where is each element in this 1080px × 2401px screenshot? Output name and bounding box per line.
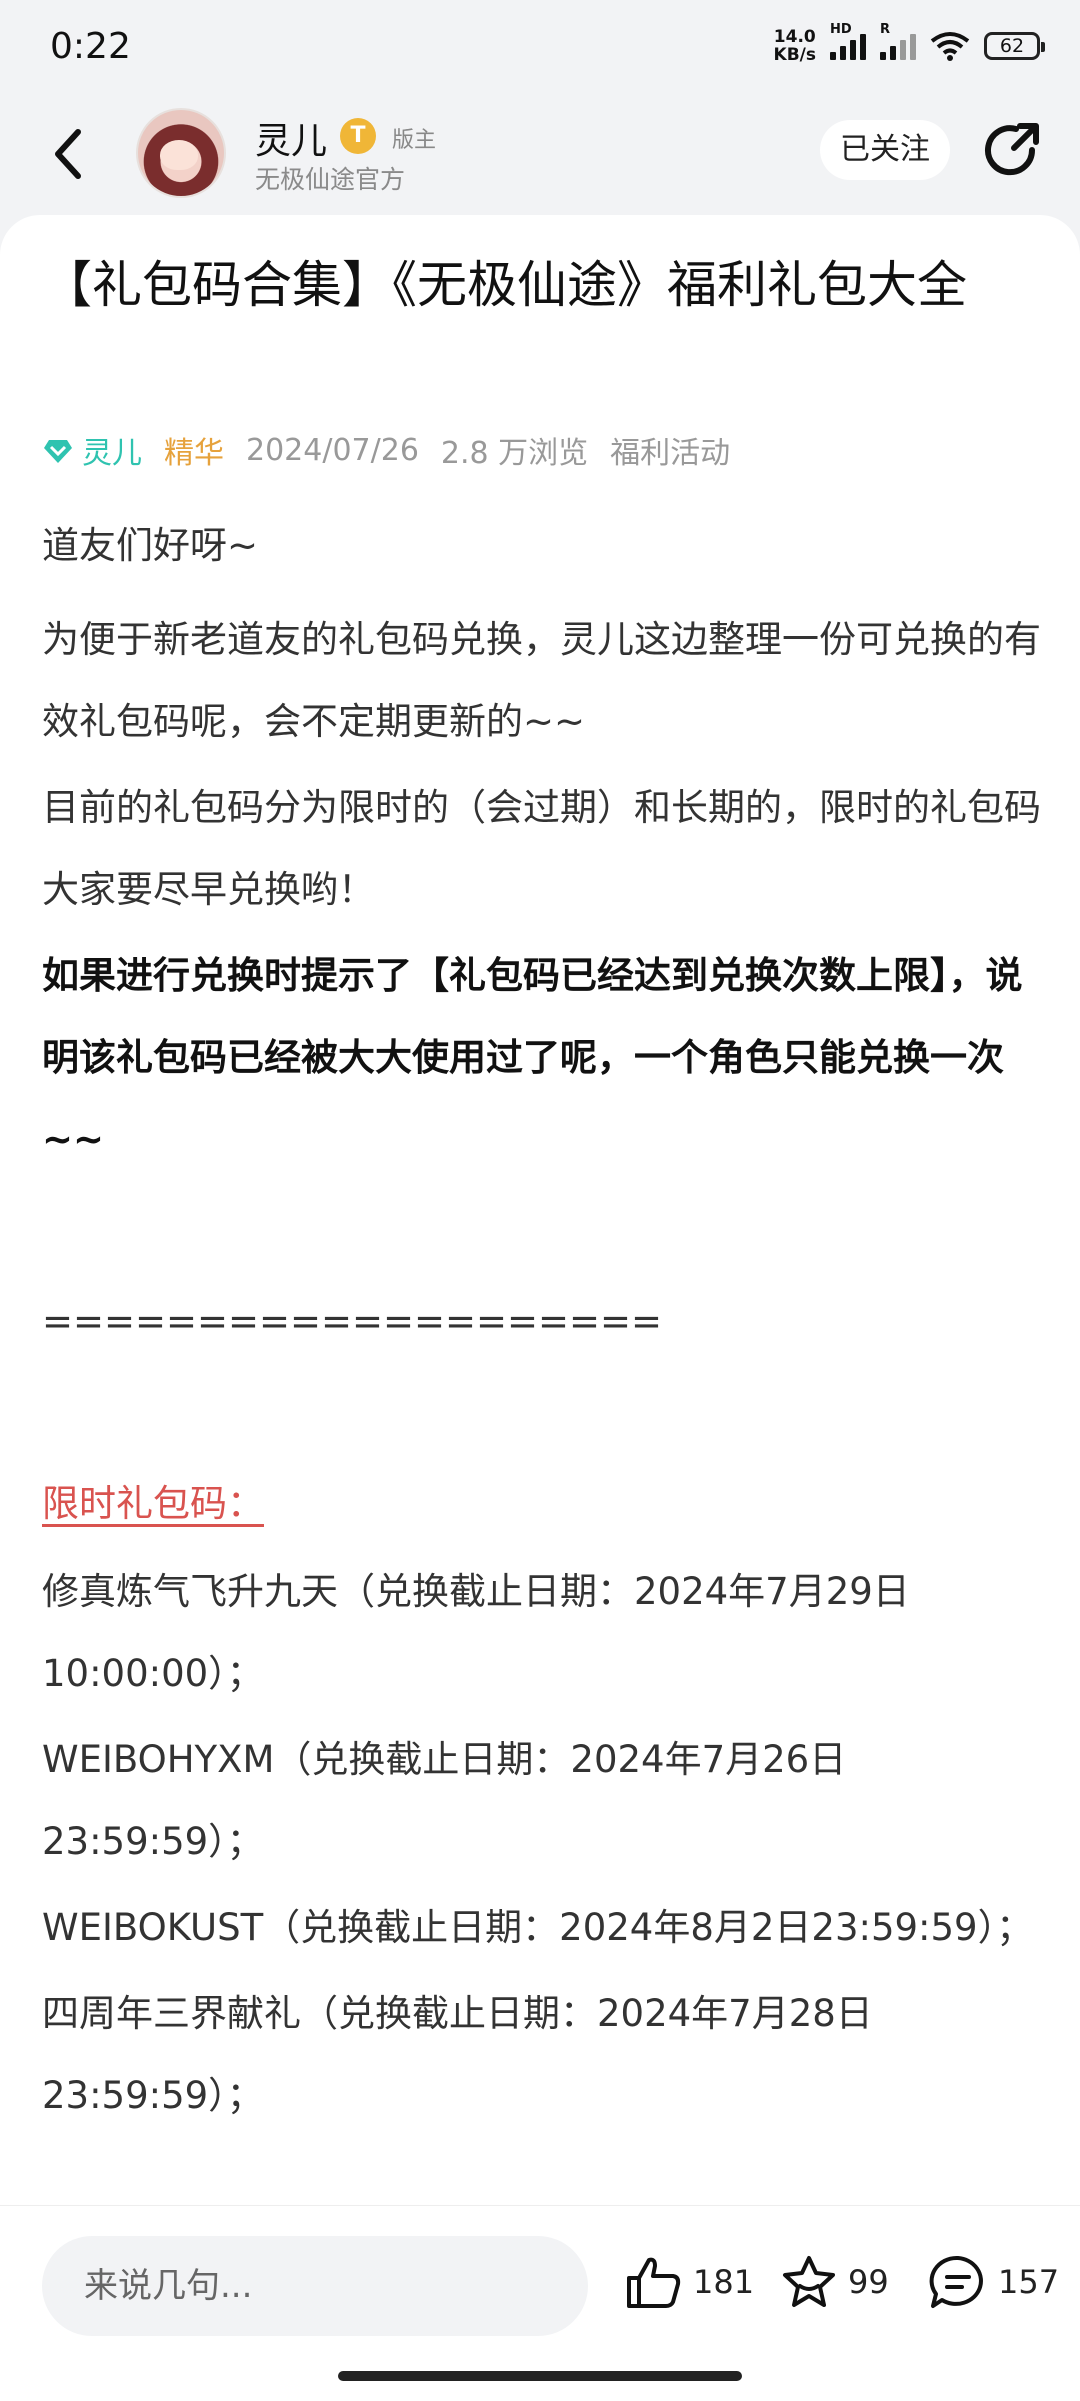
share-icon[interactable] [980,120,1042,182]
post-date: 2024/07/26 [246,432,419,468]
bottom-action-bar: 来说几句... 181 99 157 [0,2205,1080,2401]
comment-input[interactable]: 来说几句... [42,2236,588,2336]
signal-r-tag: R [880,22,891,37]
author-name[interactable]: 灵儿 [255,112,327,164]
paragraph-warning: 如果进行兑换时提示了【礼包码已经达到兑换次数上限】，说明该礼包码已经被大大使用过… [42,954,1023,1161]
verified-heart-icon [44,440,72,463]
comment-bubble-icon [929,2255,983,2308]
star-icon [783,2256,835,2307]
network-speed: 14.0 KB/s [774,28,816,64]
post-body: 道友们好呀~ 为便于新老道友的礼包码兑换，灵儿这边整理一份可兑换的有效礼包码呢，… [42,505,1042,2137]
signal-icon-2: R [880,22,916,60]
like-count: 181 [693,2263,755,2301]
comment-count: 157 [998,2263,1060,2301]
essence-tag: 精华 [164,436,224,471]
gift-code-item: 修真炼气飞升九天（兑换截止日期：2024年7月29日10:00:00）； [42,1570,910,1695]
paragraph-greeting: 道友们好呀~ [42,524,259,567]
clock: 0:22 [50,26,131,67]
post-category[interactable]: 福利活动 [610,428,730,472]
home-indicator[interactable] [338,2371,742,2381]
follow-button[interactable]: 已关注 [820,120,950,180]
gift-code-item: 四周年三界献礼（兑换截止日期：2024年7月28日23:59:59）； [42,1992,873,2117]
avatar-face [160,140,198,170]
comment-button[interactable]: 157 [928,2254,1059,2310]
meta-author[interactable]: 灵儿 [82,428,142,472]
status-icons: 14.0 KB/s HD R 62 [774,22,1045,64]
author-subtitle: 无极仙途官方 [255,165,406,194]
like-button[interactable]: 181 [625,2254,754,2310]
signal-icon: HD [830,22,866,60]
post-meta: 灵儿 精华 2024/07/26 2.8 万浏览 福利活动 [42,428,730,472]
gift-code-item: WEIBOKUST（兑换截止日期：2024年8月2日23:59:59）； [42,1906,1034,1949]
post-title: 【礼包码合集】《无极仙途》福利礼包大全 [42,256,967,314]
gift-code-item: WEIBOHYXM（兑换截止日期：2024年7月26日23:59:59）； [42,1738,847,1863]
favorite-count: 99 [848,2263,889,2301]
favorite-button[interactable]: 99 [780,2254,889,2310]
thumbs-up-icon [627,2257,681,2308]
level-badge-icon: T [340,118,376,154]
paragraph-intro: 为便于新老道友的礼包码兑换，灵儿这边整理一份可兑换的有效礼包码呢，会不定期更新的… [42,618,1041,743]
section-divider: ==================== [42,1300,663,1343]
status-bar: 0:22 14.0 KB/s HD R 62 [0,0,1080,100]
view-count: 2.8 万浏览 [440,436,589,471]
network-speed-unit: KB/s [773,45,816,65]
moderator-role: 版主 [392,128,437,153]
battery-icon: 62 [984,32,1045,60]
network-speed-value: 14.0 [773,27,816,47]
back-arrow-icon[interactable] [48,124,92,184]
post-header: 灵儿 T 版主 无极仙途官方 已关注 [0,100,1080,210]
signal-hd-tag: HD [830,22,852,37]
post-card: 【礼包码合集】《无极仙途》福利礼包大全 灵儿 精华 2024/07/26 2.8… [0,215,1080,2400]
wifi-icon [930,32,970,61]
paragraph-types: 目前的礼包码分为限时的（会过期）和长期的，限时的礼包码大家要尽早兑换哟！ [42,786,1041,911]
limited-codes-heading: 限时礼包码： [42,1482,264,1525]
